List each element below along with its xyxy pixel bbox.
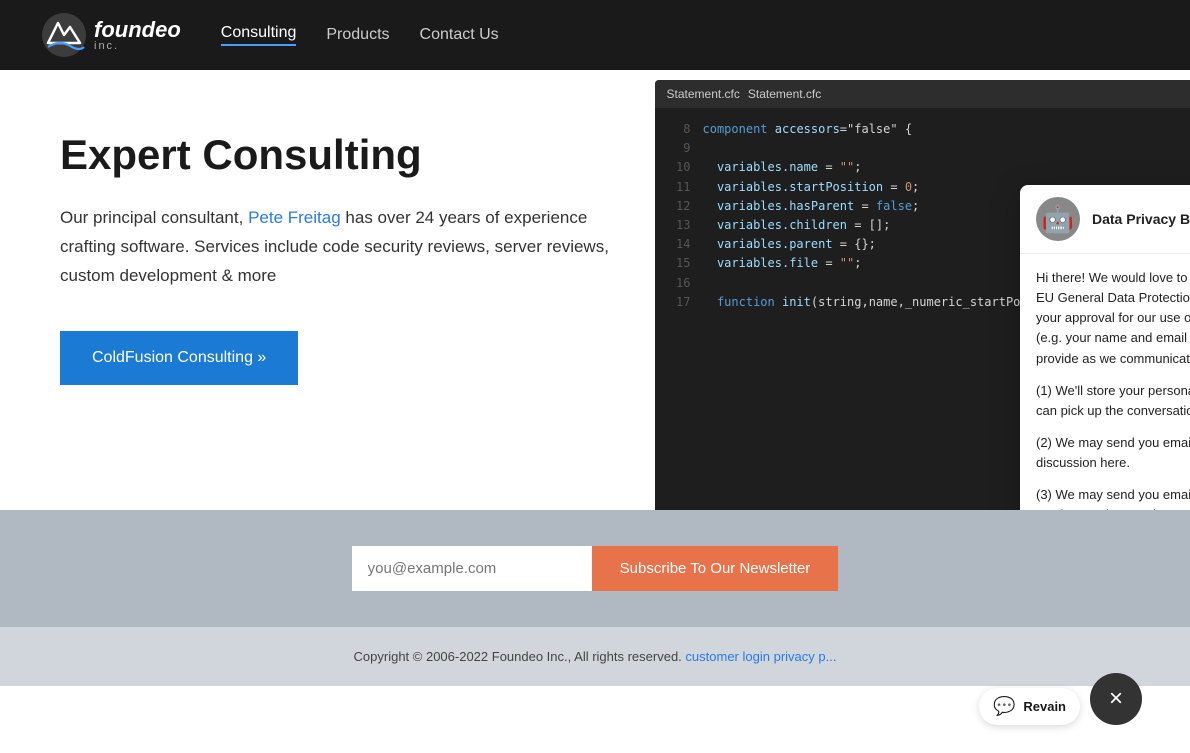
revain-label: Revain xyxy=(1023,699,1066,714)
code-tab1: Statement.cfc xyxy=(667,87,740,101)
hero-description: Our principal consultant, Pete Freitag h… xyxy=(60,204,615,291)
chat-message-4: (3) We may send you emails about our upc… xyxy=(1036,485,1190,510)
navbar: foundeo inc. Consulting Products Contact… xyxy=(0,0,1190,70)
chat-message-2: (1) We'll store your personal informatio… xyxy=(1036,381,1190,421)
chat-messages[interactable]: Hi there! We would love to talk with you… xyxy=(1020,254,1190,510)
revain-badge[interactable]: 💬 Revain xyxy=(979,688,1080,725)
newsletter-email-input[interactable] xyxy=(352,546,592,591)
hero-section: Expert Consulting Our principal consulta… xyxy=(0,70,1190,510)
footer: Copyright © 2006-2022 Foundeo Inc., All … xyxy=(0,627,1190,686)
code-header: Statement.cfc Statement.cfc xyxy=(655,80,1190,108)
footer-privacy[interactable]: privacy p... xyxy=(774,649,837,664)
logo-icon xyxy=(40,11,88,59)
nav-contact[interactable]: Contact Us xyxy=(420,26,499,44)
robot-icon: 🤖 xyxy=(1042,204,1074,235)
logo-suffix: inc. xyxy=(94,41,181,52)
nav-products[interactable]: Products xyxy=(326,26,389,44)
chat-bot-name: Data Privacy Bot xyxy=(1092,211,1190,227)
chat-avatar: 🤖 xyxy=(1036,197,1080,241)
newsletter-section: Subscribe To Our Newsletter xyxy=(0,510,1190,627)
close-button[interactable]: × xyxy=(1090,673,1142,725)
newsletter-form: Subscribe To Our Newsletter xyxy=(352,546,839,591)
cta-button[interactable]: ColdFusion Consulting » xyxy=(60,331,298,385)
code-tab2: Statement.cfc xyxy=(748,87,821,101)
chat-widget: 🤖 Data Privacy Bot Hi there! We would lo… xyxy=(1020,185,1190,510)
hero-title: Expert Consulting xyxy=(60,130,615,180)
chat-message-3: (2) We may send you emails to follow up … xyxy=(1036,433,1190,473)
description-prefix: Our principal consultant, xyxy=(60,208,243,227)
footer-customer-login[interactable]: customer login xyxy=(685,649,770,664)
nav-links: Consulting Products Contact Us xyxy=(221,24,499,46)
consultant-link[interactable]: Pete Freitag xyxy=(248,208,341,227)
chat-header: 🤖 Data Privacy Bot xyxy=(1020,185,1190,254)
newsletter-subscribe-button[interactable]: Subscribe To Our Newsletter xyxy=(592,546,839,591)
footer-copyright: Copyright © 2006-2022 Foundeo Inc., All … xyxy=(354,649,682,664)
hero-image: Statement.cfc Statement.cfc 8component a… xyxy=(655,70,1190,510)
chat-message-1: Hi there! We would love to talk with you… xyxy=(1036,268,1190,369)
nav-consulting[interactable]: Consulting xyxy=(221,24,297,46)
logo[interactable]: foundeo inc. xyxy=(40,11,181,59)
revain-icon: 💬 xyxy=(993,696,1015,717)
hero-content: Expert Consulting Our principal consulta… xyxy=(0,70,655,510)
logo-name: foundeo xyxy=(94,19,181,41)
